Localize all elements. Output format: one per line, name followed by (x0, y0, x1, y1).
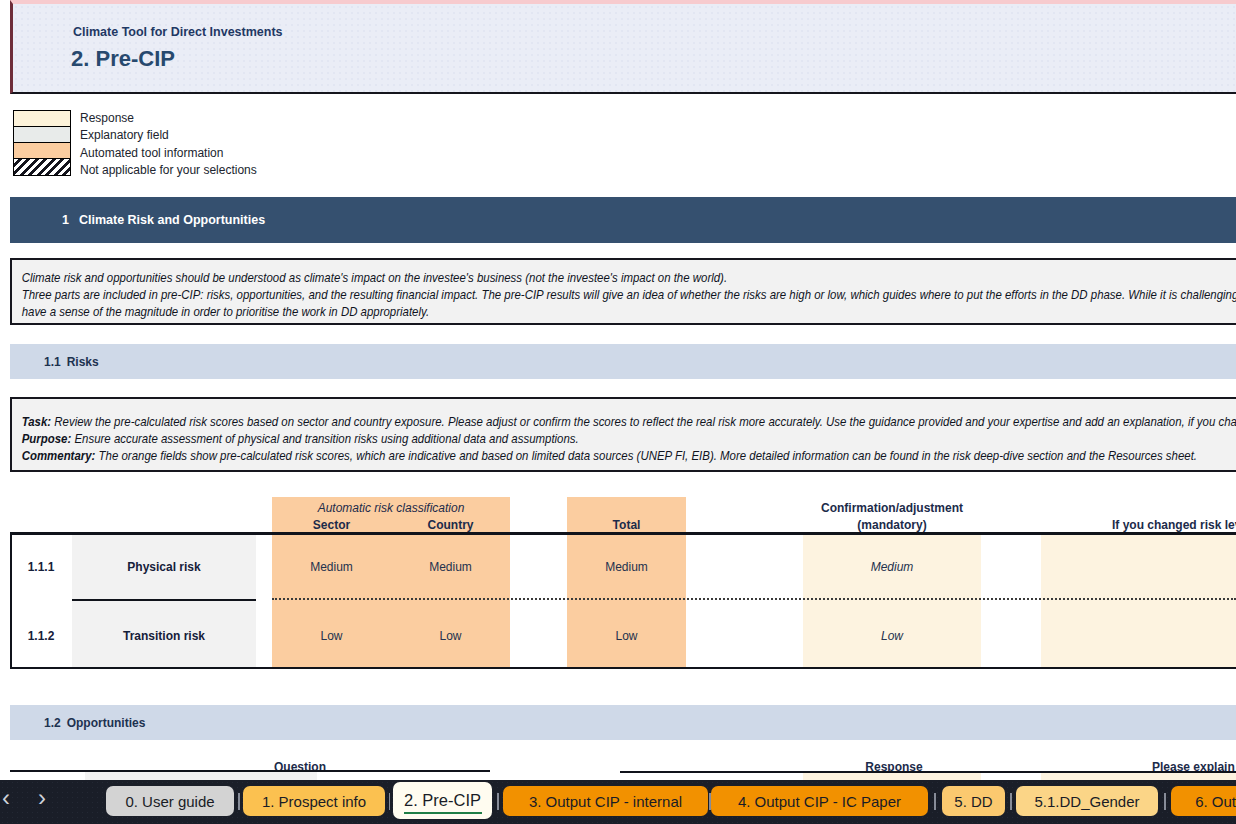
confirmation-column-header: Confirmation/adjustment (803, 501, 981, 515)
opportunities-question-cell-bg (85, 772, 317, 780)
row-separator-solid (72, 599, 256, 601)
table-bottom-border (10, 667, 1236, 670)
commentary-line: Commentary: The orange fields show pre-c… (12, 447, 1093, 464)
country-column-header: Country (391, 518, 510, 532)
purpose-text: Ensure accurate assessment of physical a… (74, 431, 578, 446)
confirmation-column-bg (803, 532, 981, 669)
spreadsheet-app: Climate Tool for Direct Investments 2. P… (0, 0, 1236, 824)
row-1-label: Physical risk (72, 560, 256, 574)
task-label: Task: (22, 414, 51, 429)
sheet-tab-label: 6. Output (1195, 793, 1236, 810)
sheet-tab-output[interactable]: 6. Output (1171, 786, 1236, 816)
sheet-tab-output-cip-internal[interactable]: 3. Output CIP - internal (503, 786, 708, 816)
section-1-1-header: 1.1 Risks (10, 344, 1236, 379)
legend-label-not-applicable: Not applicable for your selections (80, 162, 257, 179)
auto-classification-header: Automatic risk classification (272, 501, 510, 515)
table-left-border (10, 532, 12, 669)
explain-column-bg (1041, 532, 1236, 669)
row-1-country-cell[interactable]: Medium (391, 560, 510, 574)
intro-line-2: Three parts are included in pre-CIP: ris… (12, 286, 1093, 303)
row-2-sector-cell[interactable]: Low (272, 629, 391, 643)
row-2-label: Transition risk (72, 629, 256, 643)
sheet-tab-dd[interactable]: 5. DD (942, 786, 1005, 816)
total-column-header: Total (567, 518, 686, 532)
purpose-line: Purpose: Ensure accurate assessment of p… (12, 430, 1093, 447)
commentary-text: The orange fields show pre-calculated ri… (99, 448, 1197, 463)
tab-separator (1164, 793, 1166, 810)
sheet-tab-label: 1. Prospect info (262, 793, 366, 810)
legend-label-response: Response (80, 110, 257, 127)
page-title: 2. Pre-CIP (71, 46, 175, 72)
task-box: Task: Review the pre-calculated risk sco… (10, 397, 1236, 472)
tab-separator (934, 793, 936, 810)
row-1-sector-cell[interactable]: Medium (272, 560, 391, 574)
sheet-tab-label: 5.1.DD_Gender (1034, 793, 1139, 810)
sheet-tab-pre-cip[interactable]: 2. Pre-CIP (393, 782, 492, 819)
app-title: Climate Tool for Direct Investments (73, 25, 283, 39)
explain-column-header: If you changed risk levels, please expla… (1112, 518, 1236, 532)
row-2-country-cell[interactable]: Low (391, 629, 510, 643)
purpose-label: Purpose: (22, 431, 72, 446)
opportunities-explain-cell-bg (1041, 773, 1236, 780)
task-line: Task: Review the pre-calculated risk sco… (12, 413, 1093, 430)
sheet-tab-dd-gender[interactable]: 5.1.DD_Gender (1016, 786, 1158, 816)
sheet-tab-label: 0. User guide (125, 793, 214, 810)
tab-separator (238, 793, 240, 810)
tab-separator (1010, 793, 1012, 810)
section-1-header: 1 Climate Risk and Opportunities (10, 197, 1236, 243)
row-separator-dotted (272, 598, 1236, 600)
sheet-tab-label: 4. Output CIP - IC Paper (738, 793, 901, 810)
sheet-tab-label: 3. Output CIP - internal (529, 793, 682, 810)
legend-swatch-not-applicable (14, 159, 70, 175)
legend-swatches (13, 110, 71, 176)
section-1-intro-box: Climate risk and opportunities should be… (10, 258, 1236, 325)
confirmation-column-subheader: (mandatory) (803, 518, 981, 532)
row-1-confirmation-cell[interactable]: Medium (803, 560, 981, 574)
legend-swatch-response (14, 111, 70, 127)
intro-line-3: have a sense of the magnitude in order t… (12, 303, 1093, 320)
table-top-border (10, 532, 1236, 535)
sheet-tab-user-guide[interactable]: 0. User guide (106, 786, 234, 816)
sheet-tab-label: 5. DD (954, 793, 992, 810)
legend-labels: Response Explanatory field Automated too… (80, 110, 257, 179)
row-2-id: 1.1.2 (10, 629, 72, 643)
section-1-number: 1 (62, 213, 69, 227)
sheet-tab-output-cip-ic-paper[interactable]: 4. Output CIP - IC Paper (711, 786, 928, 816)
section-1-title: Climate Risk and Opportunities (79, 213, 265, 227)
tabs-scroll-right-button[interactable]: › (38, 786, 46, 810)
task-text: Review the pre-calculated risk scores ba… (54, 414, 1236, 429)
sheet-tab-label: 2. Pre-CIP (404, 791, 481, 810)
section-1-1-number: 1.1 (44, 355, 61, 369)
section-1-2-title: Opportunities (67, 716, 146, 730)
tab-separator (497, 793, 499, 810)
legend-swatch-automated (14, 143, 70, 159)
sheet-banner: Climate Tool for Direct Investments 2. P… (10, 0, 1236, 94)
tab-separator (389, 793, 391, 810)
sheet-tab-prospect-info[interactable]: 1. Prospect info (243, 786, 385, 816)
row-2-confirmation-cell[interactable]: Low (803, 629, 981, 643)
commentary-label: Commentary: (22, 448, 96, 463)
legend-label-explanatory: Explanatory field (80, 127, 257, 144)
opportunities-response-cell-bg (803, 773, 981, 780)
active-tab-underline (404, 812, 482, 815)
row-1-id: 1.1.1 (10, 560, 72, 574)
tab-separator (709, 793, 711, 810)
row-1-total-cell[interactable]: Medium (567, 560, 686, 574)
intro-line-1: Climate risk and opportunities should be… (12, 269, 1093, 286)
section-1-2-number: 1.2 (44, 716, 61, 730)
sector-column-header: Sector (272, 518, 391, 532)
risk-label-column-bg (72, 532, 256, 669)
section-1-1-title: Risks (67, 355, 99, 369)
row-2-total-cell[interactable]: Low (567, 629, 686, 643)
legend-swatch-explanatory (14, 127, 70, 143)
tabs-scroll-left-button[interactable]: ‹ (2, 786, 10, 810)
section-1-2-header: 1.2 Opportunities (10, 705, 1236, 740)
legend-label-automated: Automated tool information (80, 145, 257, 162)
